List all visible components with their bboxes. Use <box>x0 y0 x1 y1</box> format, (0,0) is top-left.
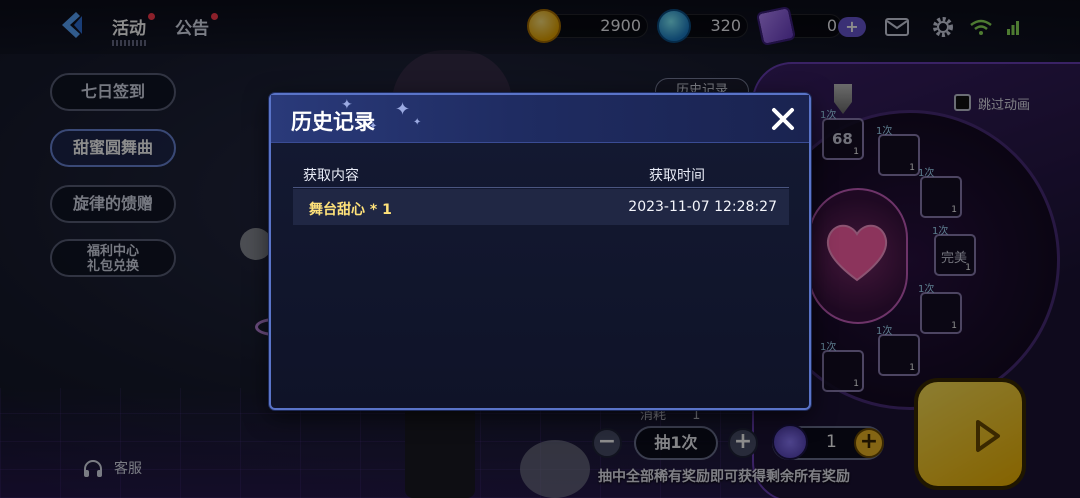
close-icon[interactable] <box>769 105 797 133</box>
sparkle-icon: ✦ <box>395 99 411 120</box>
header-divider <box>293 187 789 188</box>
row-time: 2023-11-07 12:28:27 <box>628 199 777 215</box>
history-dialog: ✦ ✦ ✦ ✦ 历史记录 获取内容 获取时间 舞台甜心 * 1 2023-11-… <box>269 93 811 410</box>
history-dialog-header: ✦ ✦ ✦ ✦ 历史记录 <box>271 95 809 143</box>
column-header-time: 获取时间 <box>649 168 705 184</box>
dialog-title: 历史记录 <box>291 110 375 134</box>
table-row: 舞台甜心 * 1 2023-11-07 12:28:27 <box>293 189 789 225</box>
row-item: 舞台甜心 * 1 <box>309 202 392 218</box>
column-header-content: 获取内容 <box>303 168 359 184</box>
sparkle-icon: ✦ <box>413 117 422 128</box>
